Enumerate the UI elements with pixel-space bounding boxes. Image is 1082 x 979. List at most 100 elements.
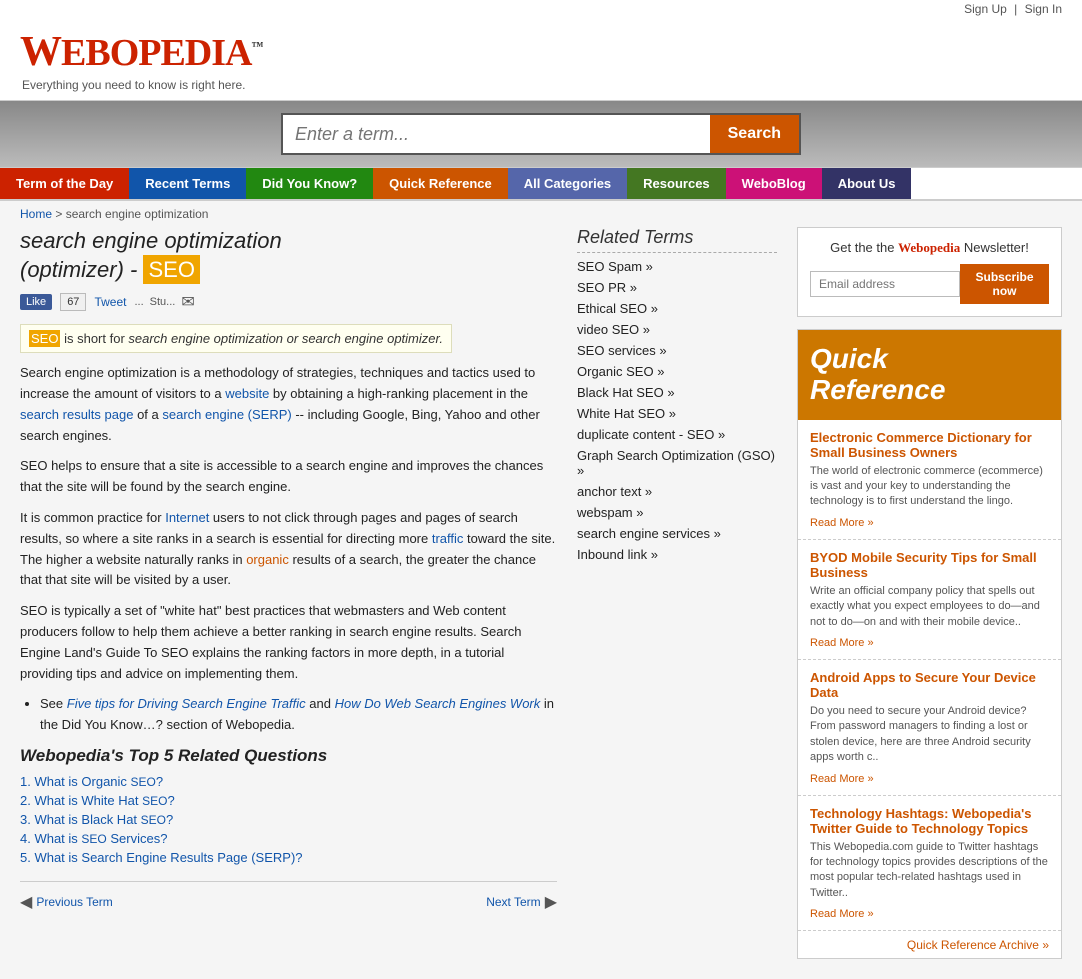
top5-link-1[interactable]: 1. What is Organic SEO? <box>20 774 163 789</box>
related-link-12[interactable]: webspam » <box>577 505 643 520</box>
related-terms-column: Related Terms SEO Spam » SEO PR » Ethica… <box>577 227 777 959</box>
search-button[interactable]: Search <box>710 115 799 153</box>
quick-reference-title: Quick Reference <box>810 344 1049 406</box>
share-icons: ... Stu... ✉ <box>134 292 194 312</box>
link-search-engine[interactable]: search engine (SERP) <box>162 407 291 422</box>
related-terms-title: Related Terms <box>577 227 777 253</box>
qr-read-more-1[interactable]: Read More » <box>810 517 874 529</box>
newsletter-subscribe-button[interactable]: Subscribe now <box>960 264 1049 304</box>
qr-article-title-4[interactable]: Technology Hashtags: Webopedia's Twitter… <box>810 806 1049 836</box>
related-link-7[interactable]: Black Hat SEO » <box>577 385 675 400</box>
site-logo[interactable]: WEBOPEDIA™ <box>20 28 262 76</box>
nav-weboblog[interactable]: WeboBlog <box>726 168 822 199</box>
link-internet[interactable]: Internet <box>165 510 209 525</box>
top5-item-3: 3. What is Black Hat SEO? <box>20 812 557 827</box>
related-link-5[interactable]: SEO services » <box>577 343 667 358</box>
qr-article-4: Technology Hashtags: Webopedia's Twitter… <box>798 796 1061 932</box>
site-header: WEBOPEDIA™ Everything you need to know i… <box>0 18 1082 101</box>
related-item-13: search engine services » <box>577 526 777 541</box>
qr-article-title-3[interactable]: Android Apps to Secure Your Device Data <box>810 670 1049 700</box>
breadcrumb-home[interactable]: Home <box>20 207 52 221</box>
nav-resources[interactable]: Resources <box>627 168 725 199</box>
nav-term-of-day[interactable]: Term of the Day <box>0 168 129 199</box>
link-search-results[interactable]: search results page <box>20 407 133 422</box>
related-link-11[interactable]: anchor text » <box>577 484 652 499</box>
article-para-3: It is common practice for Internet users… <box>20 508 557 591</box>
logo-w: W <box>20 29 61 75</box>
nav-about-us[interactable]: About Us <box>822 168 912 199</box>
qr-article-3: Android Apps to Secure Your Device Data … <box>798 660 1061 796</box>
related-item-8: White Hat SEO » <box>577 406 777 421</box>
facebook-count: 67 <box>60 293 86 311</box>
tweet-link[interactable]: Tweet <box>94 295 126 309</box>
top5-list: 1. What is Organic SEO? 2. What is White… <box>20 774 557 865</box>
signup-link[interactable]: Sign Up <box>964 2 1007 16</box>
qr-article-1: Electronic Commerce Dictionary for Small… <box>798 420 1061 540</box>
related-link-14[interactable]: Inbound link » <box>577 547 658 562</box>
content-area: search engine optimization (optimizer) -… <box>0 227 1082 979</box>
nav-all-categories[interactable]: All Categories <box>508 168 627 199</box>
next-term-button[interactable]: Next Term ▶ <box>486 892 557 912</box>
quick-reference-archive: Quick Reference Archive » <box>798 931 1061 958</box>
related-link-4[interactable]: video SEO » <box>577 322 650 337</box>
link-website[interactable]: website <box>225 386 269 401</box>
auth-bar: Sign Up | Sign In <box>0 0 1082 18</box>
qr-archive-link[interactable]: Quick Reference Archive » <box>907 938 1049 952</box>
newsletter-email-input[interactable] <box>810 271 960 297</box>
qr-read-more-4[interactable]: Read More » <box>810 908 874 920</box>
newsletter-webopedia-logo: Webopedia <box>898 240 960 255</box>
top5-link-3[interactable]: 3. What is Black Hat SEO? <box>20 812 173 827</box>
title-prefix: search engine optimization <box>20 228 282 253</box>
qr-article-desc-3: Do you need to secure your Android devic… <box>810 704 1049 766</box>
related-link-2[interactable]: SEO PR » <box>577 280 637 295</box>
related-link-3[interactable]: Ethical SEO » <box>577 301 658 316</box>
facebook-like-button[interactable]: Like <box>20 294 52 310</box>
qr-read-more-3[interactable]: Read More » <box>810 773 874 785</box>
related-link-9[interactable]: duplicate content - SEO » <box>577 427 725 442</box>
breadcrumb-separator: > <box>55 207 65 221</box>
top5-link-4[interactable]: 4. What is SEO Services? <box>20 831 167 846</box>
quick-reference-header: Quick Reference <box>798 330 1061 420</box>
prev-label: Previous Term <box>36 895 112 909</box>
top5-link-2[interactable]: 2. What is White Hat SEO? <box>20 793 175 808</box>
nav-did-you-know[interactable]: Did You Know? <box>246 168 373 199</box>
related-link-8[interactable]: White Hat SEO » <box>577 406 676 421</box>
related-item-6: Organic SEO » <box>577 364 777 379</box>
related-link-6[interactable]: Organic SEO » <box>577 364 664 379</box>
qr-article-2: BYOD Mobile Security Tips for Small Busi… <box>798 540 1061 660</box>
share-stu: Stu... <box>150 296 176 308</box>
qr-article-desc-2: Write an official company policy that sp… <box>810 584 1049 630</box>
nav-quick-reference[interactable]: Quick Reference <box>373 168 508 199</box>
qr-read-more-2[interactable]: Read More » <box>810 637 874 649</box>
nav-recent-terms[interactable]: Recent Terms <box>129 168 246 199</box>
top5-link-5[interactable]: 5. What is Search Engine Results Page (S… <box>20 850 303 865</box>
related-link-10[interactable]: Graph Search Optimization (GSO) » <box>577 448 775 478</box>
intro-seo-highlight: SEO <box>29 330 60 347</box>
link-organic[interactable]: organic <box>246 552 289 567</box>
link-how-do[interactable]: How Do Web Search Engines Work <box>335 696 541 711</box>
intro-box: SEO is short for search engine optimizat… <box>20 324 452 353</box>
qr-article-title-2[interactable]: BYOD Mobile Security Tips for Small Busi… <box>810 550 1049 580</box>
related-item-2: SEO PR » <box>577 280 777 295</box>
quick-ref-line2: Reference <box>810 375 1049 406</box>
search-input[interactable] <box>283 116 710 153</box>
related-item-4: video SEO » <box>577 322 777 337</box>
signin-link[interactable]: Sign In <box>1025 2 1062 16</box>
share-dots: ... <box>134 296 143 308</box>
link-traffic[interactable]: traffic <box>432 531 464 546</box>
prev-term-button[interactable]: ◀ Previous Term <box>20 892 113 912</box>
related-link-1[interactable]: SEO Spam » <box>577 259 653 274</box>
main-wrapper: Home > search engine optimization search… <box>0 201 1082 979</box>
article-para-4: SEO is typically a set of "white hat" be… <box>20 601 557 684</box>
newsletter-title-suffix: Newsletter! <box>964 240 1029 255</box>
related-item-1: SEO Spam » <box>577 259 777 274</box>
link-five-tips[interactable]: Five tips for Driving Search Engine Traf… <box>67 696 306 711</box>
prev-next-nav: ◀ Previous Term Next Term ▶ <box>20 881 557 912</box>
related-link-13[interactable]: search engine services » <box>577 526 721 541</box>
prev-arrow: ◀ <box>20 892 32 912</box>
left-column: search engine optimization (optimizer) -… <box>20 227 557 959</box>
envelope-icon[interactable]: ✉ <box>181 292 194 312</box>
auth-separator: | <box>1014 2 1017 16</box>
para2-seo-highlight: SEO <box>20 458 47 473</box>
qr-article-title-1[interactable]: Electronic Commerce Dictionary for Small… <box>810 430 1049 460</box>
